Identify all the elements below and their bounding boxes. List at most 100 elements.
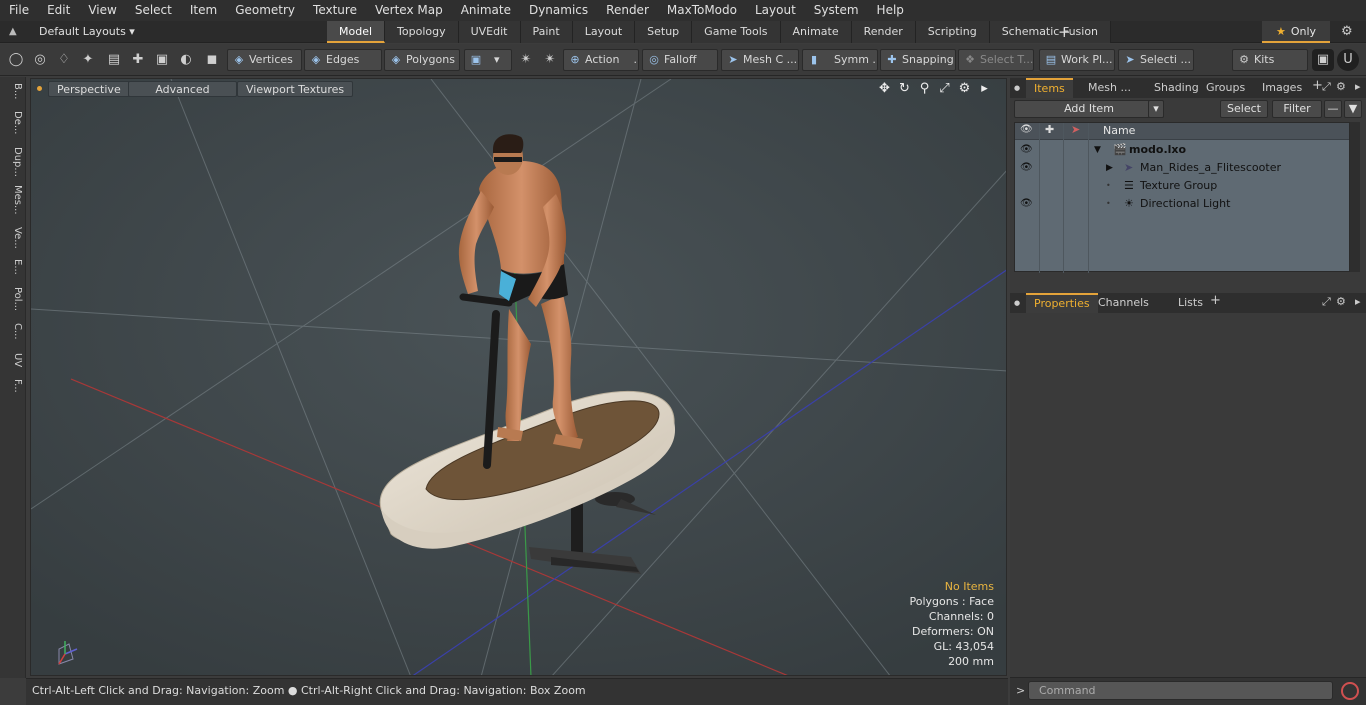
menu-render[interactable]: Render xyxy=(597,0,658,21)
item-mode-icon[interactable]: ◼ xyxy=(201,49,223,71)
selection-sets-button[interactable]: ➤ Selecti ... xyxy=(1118,49,1194,71)
expand-arrow-icon[interactable]: ▶ xyxy=(1106,159,1113,177)
left-tab-polygon[interactable]: Pol... xyxy=(3,287,23,311)
visibility-eye-icon[interactable]: 👁 xyxy=(1020,195,1033,213)
element-icon[interactable]: ▤ xyxy=(103,49,125,71)
left-tab-deform[interactable]: De... xyxy=(3,111,23,134)
menu-vertex-map[interactable]: Vertex Map xyxy=(366,0,452,21)
panel-arrow-icon[interactable]: ▸ xyxy=(1355,295,1361,308)
tab-topology[interactable]: Topology xyxy=(385,21,459,43)
tree-scrollbar[interactable] xyxy=(1350,122,1360,272)
left-tab-fusion[interactable]: F... xyxy=(3,379,23,393)
lasso-icon[interactable]: ✦ xyxy=(77,49,99,71)
menu-help[interactable]: Help xyxy=(868,0,913,21)
collapse-all-icon[interactable]: — xyxy=(1324,100,1342,118)
collapse-arrow-icon[interactable]: ▲ xyxy=(9,26,17,37)
menu-file[interactable]: File xyxy=(0,0,38,21)
visibility-eye-icon[interactable]: 👁 xyxy=(1020,141,1033,159)
viewport-menu-dot[interactable] xyxy=(37,86,42,91)
tree-row-texture-group[interactable]: • ☰ Texture Group xyxy=(1015,177,1349,195)
panel-gear-icon[interactable]: ⚙ xyxy=(1336,295,1346,308)
add-item-dropdown-icon[interactable]: ▾ xyxy=(1148,100,1164,118)
menu-animate[interactable]: Animate xyxy=(452,0,520,21)
advanced-button[interactable]: Advanced xyxy=(128,81,237,97)
left-tab-duplicate[interactable]: Dup... xyxy=(3,147,23,177)
menu-dynamics[interactable]: Dynamics xyxy=(520,0,597,21)
left-tab-uv[interactable]: UV xyxy=(3,353,23,367)
menu-item[interactable]: Item xyxy=(181,0,226,21)
tree-row-light[interactable]: 👁 • ☀ Directional Light xyxy=(1015,195,1349,213)
select-button[interactable]: Select xyxy=(1220,100,1268,118)
left-tab-edge[interactable]: E... xyxy=(3,259,23,275)
menu-edit[interactable]: Edit xyxy=(38,0,79,21)
tab-paint[interactable]: Paint xyxy=(520,21,573,43)
zoom-view-icon[interactable]: ⚲ xyxy=(917,81,932,96)
tab-setup[interactable]: Setup xyxy=(635,21,693,43)
pen-icon[interactable]: ♢ xyxy=(53,49,75,71)
vertices-button[interactable]: ◈ Vertices xyxy=(227,49,302,71)
material-mode-button[interactable]: ▣ ▾ xyxy=(464,49,512,71)
expand-panel-icon[interactable]: ⤢ xyxy=(1322,295,1331,309)
command-input[interactable] xyxy=(1028,681,1333,700)
expand-arrow-icon[interactable]: ▼ xyxy=(1094,141,1101,159)
left-tab-vertex[interactable]: Ve... xyxy=(3,227,23,249)
filter-funnel-icon[interactable]: ▼ xyxy=(1344,100,1362,118)
default-layouts-dropdown[interactable]: Default Layouts ▾ xyxy=(39,25,135,38)
tab-animate[interactable]: Animate xyxy=(780,21,852,43)
left-tab-mesh-edit[interactable]: Mes... xyxy=(3,185,23,215)
viewport-settings-icon[interactable]: ⚙ xyxy=(957,81,972,96)
kits-button[interactable]: ⚙ Kits xyxy=(1232,49,1308,71)
unity-icon[interactable]: ▣ xyxy=(1312,49,1334,71)
tab-scripting[interactable]: Scripting xyxy=(915,21,990,43)
tab-groups[interactable]: Groups xyxy=(1198,78,1253,98)
menu-geometry[interactable]: Geometry xyxy=(226,0,304,21)
constraint-icon[interactable]: ✴ xyxy=(539,49,561,71)
snapping-button[interactable]: ✚ Snapping xyxy=(880,49,956,71)
menu-select[interactable]: Select xyxy=(126,0,181,21)
polygons-button[interactable]: ◈ Polygons xyxy=(384,49,460,71)
rotate-view-icon[interactable]: ↻ xyxy=(897,81,912,96)
add-item-button[interactable]: Add Item xyxy=(1014,100,1164,118)
tab-uvedit[interactable]: UVEdit xyxy=(458,21,521,43)
transform-icon[interactable]: ✚ xyxy=(127,49,149,71)
tab-layout[interactable]: Layout xyxy=(572,21,636,43)
tab-properties[interactable]: Properties xyxy=(1026,293,1098,313)
menu-maxtomodo[interactable]: MaxToModo xyxy=(658,0,746,21)
left-tab-curve[interactable]: C... xyxy=(3,323,23,340)
falloff-button[interactable]: ◎ Falloff xyxy=(642,49,718,71)
tab-schematic-fusion[interactable]: Schematic Fusion xyxy=(989,21,1112,43)
viewport-arrow-icon[interactable]: ▸ xyxy=(977,81,992,96)
name-column-header[interactable]: Name xyxy=(1103,124,1135,137)
unreal-icon[interactable]: U xyxy=(1337,49,1359,71)
mesh-constraint-button[interactable]: ➤ Mesh C ... xyxy=(721,49,799,71)
visibility-eye-icon[interactable]: 👁 xyxy=(1020,159,1033,177)
panel-gear-icon[interactable]: ⚙ xyxy=(1336,80,1346,93)
only-toggle[interactable]: ★ Only xyxy=(1262,21,1330,43)
tree-row-mesh[interactable]: 👁 ▶ ➤ Man_Rides_a_Flitescooter xyxy=(1015,159,1349,177)
tab-channels[interactable]: Channels xyxy=(1090,293,1157,313)
gear-icon[interactable]: ⚙ xyxy=(1341,24,1353,39)
add-tab-icon[interactable]: + xyxy=(1058,23,1071,41)
menu-view[interactable]: View xyxy=(79,0,125,21)
panel-arrow-icon[interactable]: ▸ xyxy=(1355,80,1361,93)
work-plane-button[interactable]: ▤ Work Pl... xyxy=(1039,49,1115,71)
center-icon[interactable]: ▣ xyxy=(151,49,173,71)
maximize-view-icon[interactable]: ⤢ xyxy=(937,81,952,96)
symmetry-icon[interactable]: ✴ xyxy=(515,49,537,71)
menu-texture[interactable]: Texture xyxy=(304,0,366,21)
tab-game-tools[interactable]: Game Tools xyxy=(692,21,781,43)
move-view-icon[interactable]: ✥ xyxy=(877,81,892,96)
tab-render[interactable]: Render xyxy=(851,21,916,43)
menu-system[interactable]: System xyxy=(805,0,868,21)
filter-button[interactable]: Filter xyxy=(1272,100,1322,118)
globe-icon[interactable]: ◎ xyxy=(29,49,51,71)
symmetry-button[interactable]: ▮ Symm ... xyxy=(802,49,878,71)
menu-layout[interactable]: Layout xyxy=(746,0,805,21)
add-tab-plus-icon[interactable]: + xyxy=(1210,293,1221,308)
viewport-textures-button[interactable]: Viewport Textures xyxy=(237,81,354,97)
tab-items[interactable]: Items xyxy=(1026,78,1073,98)
select-circle-icon[interactable]: ◯ xyxy=(5,49,27,71)
expand-panel-icon[interactable]: ⤢ xyxy=(1322,80,1331,94)
tab-model[interactable]: Model xyxy=(327,21,386,43)
action-center-button[interactable]: ⊕ Action... xyxy=(563,49,639,71)
